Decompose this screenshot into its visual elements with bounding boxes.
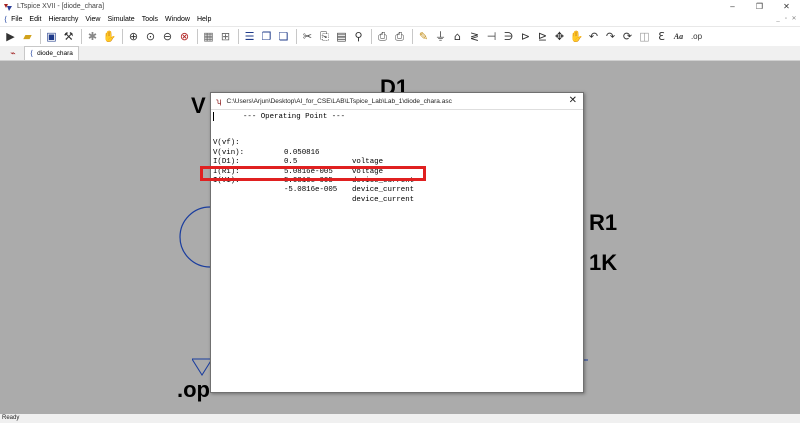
voltage-source-label[interactable]: V xyxy=(191,93,206,119)
menu-bar: ⟨ File Edit Hierarchy View Simulate Tool… xyxy=(0,13,800,26)
highlight-annotation xyxy=(200,166,426,181)
dialog-title-bar[interactable]: ʮ C:\Users\Arjun\Desktop\AI_for_CSE\LAB\… xyxy=(211,93,583,110)
resistor-icon[interactable]: ≷ xyxy=(467,29,482,44)
toolbar-separator xyxy=(81,29,82,44)
toolbar-separator xyxy=(197,29,198,44)
op-row-unit: device_current xyxy=(352,186,415,195)
operating-point-dialog: ʮ C:\Users\Arjun\Desktop\AI_for_CSE\LAB\… xyxy=(210,92,584,393)
zoom-in-icon[interactable]: ⊕ xyxy=(126,29,141,44)
copy-icon[interactable]: ⎘ xyxy=(317,29,332,44)
menu-help[interactable]: Help xyxy=(197,16,211,23)
dialog-close-button[interactable]: ✕ xyxy=(569,95,577,107)
op-row-id1: I(D1): 5.0816e-005 device_current xyxy=(213,149,414,185)
ltspice-dialog-icon: ʮ xyxy=(216,96,222,106)
halt-icon[interactable]: ✱ xyxy=(85,29,100,44)
print-icon[interactable]: ⎙ xyxy=(392,29,407,44)
operating-point-header: --- Operating Point --- xyxy=(243,113,346,121)
redo-icon[interactable]: ↷ xyxy=(603,29,618,44)
operating-point-text[interactable]: --- Operating Point --- V(vf): 0.050816 … xyxy=(211,110,583,392)
find-icon[interactable]: ⚲ xyxy=(351,29,366,44)
menu-edit[interactable]: Edit xyxy=(29,16,41,23)
grid-icon[interactable]: ⊞ xyxy=(218,29,233,44)
spice-directive-button[interactable]: .op xyxy=(688,29,705,44)
status-bar: Ready xyxy=(0,414,800,423)
mdi-restore-button[interactable]: ▫ xyxy=(782,13,790,26)
zoom-cancel-icon[interactable]: ⊗ xyxy=(177,29,192,44)
autorange-icon[interactable]: ▦ xyxy=(201,29,216,44)
draw-wire-icon[interactable]: ✎ xyxy=(416,29,431,44)
ground-icon-alt[interactable]: Ɛ xyxy=(654,29,669,44)
window-title: LTspice XVII - [diode_chara] xyxy=(17,3,105,10)
tile-vertical-icon[interactable]: ❏ xyxy=(276,29,291,44)
mirror-icon[interactable]: ◫ xyxy=(637,29,652,44)
waveform-icon[interactable]: ⌁ xyxy=(5,46,21,60)
op-row-vf: V(vf): 0.050816 voltage xyxy=(213,130,383,166)
menu-simulate[interactable]: Simulate xyxy=(107,16,134,23)
op-row-vin: V(vin): 0.5 voltage xyxy=(213,139,383,176)
r1-value-label[interactable]: 1K xyxy=(589,250,617,276)
schematic-doc-icon[interactable]: ⟨ xyxy=(4,15,7,24)
component-icon[interactable]: ⊵ xyxy=(535,29,550,44)
ltspice-app-icon xyxy=(4,3,12,11)
title-bar: LTspice XVII - [diode_chara] – ❐ ✕ xyxy=(0,0,800,13)
capacitor-icon[interactable]: ⊣ xyxy=(484,29,499,44)
text-tool-button[interactable]: Aa xyxy=(671,29,686,44)
tab-diode-chara[interactable]: ⟨ diode_chara xyxy=(24,46,79,60)
toolbar-separator xyxy=(296,29,297,44)
document-tab-bar: ⌁ ⟨ diode_chara xyxy=(0,46,800,61)
toolbar-separator xyxy=(238,29,239,44)
toolbar-separator xyxy=(371,29,372,44)
zoom-area-icon[interactable]: ⊙ xyxy=(143,29,158,44)
run-icon[interactable]: ▶ xyxy=(3,29,18,44)
drag-icon[interactable]: ✋ xyxy=(569,29,584,44)
minimize-button[interactable]: – xyxy=(719,0,746,13)
menu-window[interactable]: Window xyxy=(165,16,190,23)
undo-icon[interactable]: ↶ xyxy=(586,29,601,44)
label-net-icon[interactable]: ⌂ xyxy=(450,29,465,44)
close-button[interactable]: ✕ xyxy=(773,0,800,13)
cascade-icon[interactable]: ❐ xyxy=(259,29,274,44)
op-row-value: -5.0816e-005 xyxy=(284,186,338,195)
cut-icon[interactable]: ✂ xyxy=(300,29,315,44)
mdi-close-button[interactable]: ✕ xyxy=(790,13,798,26)
op-directive[interactable]: .op xyxy=(177,377,210,403)
tile-icon[interactable]: ☰ xyxy=(242,29,257,44)
print-setup-icon[interactable]: ⎙ xyxy=(375,29,390,44)
dialog-title: C:\Users\Arjun\Desktop\AI_for_CSE\LAB\LT… xyxy=(226,97,452,105)
tab-label: diode_chara xyxy=(37,50,73,57)
menu-view[interactable]: View xyxy=(85,16,100,23)
rotate-icon[interactable]: ⟳ xyxy=(620,29,635,44)
move-icon[interactable]: ✥ xyxy=(552,29,567,44)
save-icon[interactable]: ▣ xyxy=(44,29,59,44)
r1-label[interactable]: R1 xyxy=(589,210,617,236)
paste-icon[interactable]: ▤ xyxy=(334,29,349,44)
open-icon[interactable]: ▰ xyxy=(20,29,35,44)
menu-file[interactable]: File xyxy=(11,16,22,23)
op-row-unit: device_current xyxy=(352,195,415,204)
inductor-icon[interactable]: ∋ xyxy=(501,29,516,44)
ground-symbol xyxy=(192,358,212,376)
control-panel-icon[interactable]: ⚒ xyxy=(61,29,76,44)
ground-icon[interactable]: ⏚ xyxy=(433,29,448,44)
mdi-minimize-button[interactable]: _ xyxy=(774,13,782,26)
pan-icon[interactable]: ✋ xyxy=(102,29,117,44)
diode-icon[interactable]: ⊳ xyxy=(518,29,533,44)
zoom-out-icon[interactable]: ⊖ xyxy=(160,29,175,44)
op-row-value: 0.050816 xyxy=(284,148,320,157)
toolbar-separator xyxy=(40,29,41,44)
text-cursor xyxy=(213,112,214,121)
restore-button[interactable]: ❐ xyxy=(746,0,773,13)
toolbar: ▶ ▰ ▣ ⚒ ✱ ✋ ⊕ ⊙ ⊖ ⊗ ▦ ⊞ ☰ ❐ ❏ ✂ ⎘ ▤ ⚲ ⎙ … xyxy=(0,26,800,46)
menu-hierarchy[interactable]: Hierarchy xyxy=(48,16,78,23)
schematic-icon: ⟨ xyxy=(30,49,34,58)
toolbar-separator xyxy=(412,29,413,44)
menu-tools[interactable]: Tools xyxy=(142,16,158,23)
toolbar-separator xyxy=(122,29,123,44)
